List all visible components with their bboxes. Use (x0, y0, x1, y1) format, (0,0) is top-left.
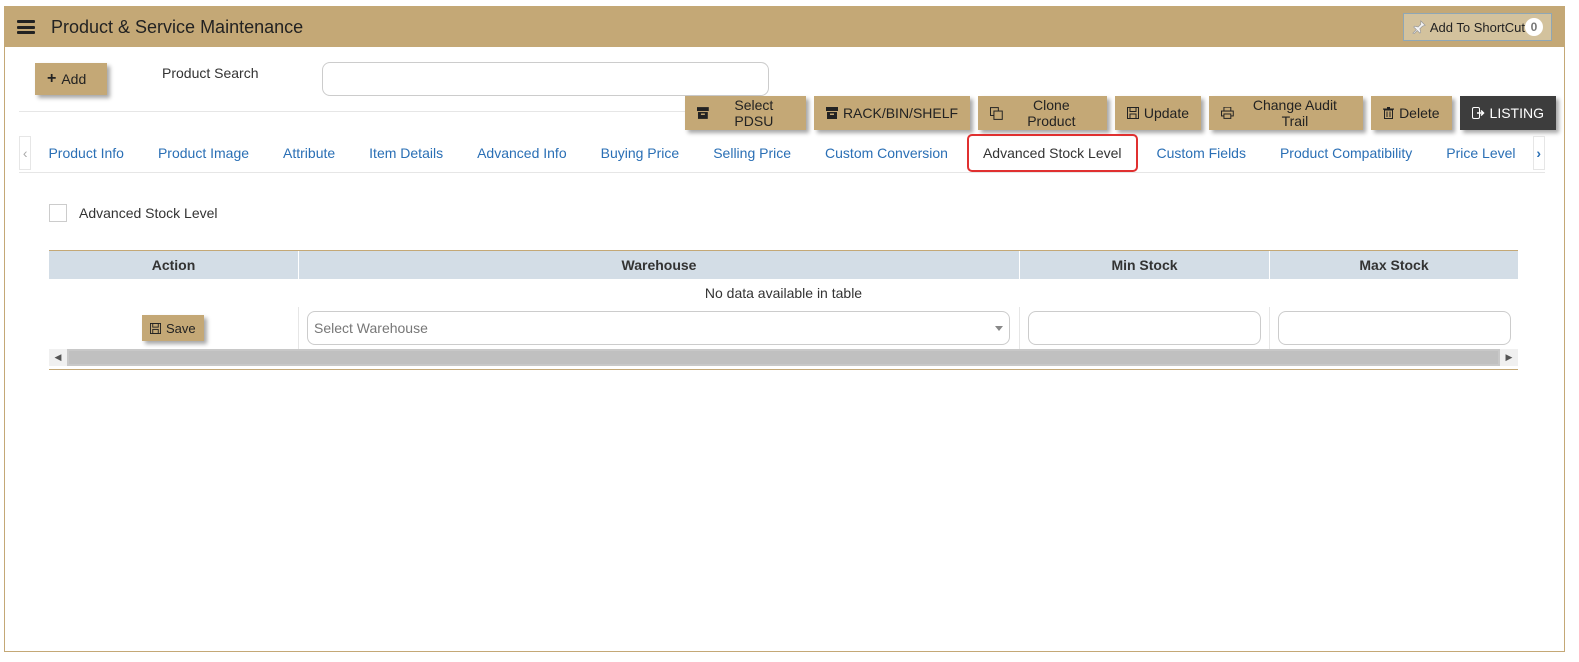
divider (19, 111, 689, 112)
max-stock-input[interactable] (1278, 311, 1511, 345)
trash-icon (1383, 107, 1395, 119)
save-icon (150, 322, 161, 334)
empty-table-message: No data available in table (704, 285, 863, 301)
sign-out-icon (1471, 107, 1485, 119)
update-button[interactable]: Update (1114, 96, 1202, 130)
table-header-row: Action Warehouse Min Stock Max Stock (49, 251, 1518, 279)
action-cell: Save (49, 307, 299, 349)
print-icon (1221, 107, 1234, 119)
chevron-down-icon (995, 325, 1003, 331)
tab-buying-price[interactable]: Buying Price (584, 134, 697, 172)
select-pdsu-label: Select PDSU (734, 97, 774, 129)
tab-selling-price[interactable]: Selling Price (696, 134, 808, 172)
tab-custom-conversion[interactable]: Custom Conversion (808, 134, 965, 172)
listing-button[interactable]: LISTING (1459, 96, 1556, 130)
warehouse-select[interactable]: Select Warehouse (307, 311, 1010, 345)
archive-icon (697, 107, 709, 119)
scroll-right-icon[interactable]: ▶ (1500, 349, 1518, 366)
action-toolbar: Select PDSU RACK/BIN/SHELF Clone Product… (685, 96, 1564, 130)
product-search-label: Product Search (162, 65, 259, 81)
save-button[interactable]: Save (142, 315, 204, 341)
tab-product-info[interactable]: Product Info (31, 134, 141, 172)
advanced-stock-level-toggle: Advanced Stock Level (49, 204, 218, 222)
stock-level-table: Action Warehouse Min Stock Max Stock No … (49, 250, 1518, 370)
column-header-max-stock: Max Stock (1359, 257, 1429, 273)
warehouse-select-placeholder: Select Warehouse (314, 320, 428, 336)
column-header-action: Action (49, 251, 299, 279)
menu-icon[interactable] (17, 20, 35, 34)
delete-label: Delete (1399, 105, 1440, 121)
tab-scroll-left-icon[interactable]: ‹ (19, 135, 32, 170)
tab-list: Product Info Product Image Attribute Ite… (31, 133, 1532, 172)
tab-custom-fields[interactable]: Custom Fields (1140, 134, 1263, 172)
change-audit-trail-button[interactable]: Change Audit Trail (1209, 96, 1364, 130)
column-header-warehouse: Warehouse (299, 251, 1020, 279)
tab-attribute[interactable]: Attribute (266, 134, 352, 172)
delete-button[interactable]: Delete (1371, 96, 1452, 130)
scroll-left-icon[interactable]: ◀ (49, 349, 67, 366)
horizontal-scrollbar[interactable]: ◀ ▶ (49, 349, 1518, 366)
tab-product-compatibility[interactable]: Product Compatibility (1263, 134, 1429, 172)
clone-product-label: Clone Product (1027, 97, 1076, 129)
pin-icon (1412, 20, 1426, 34)
rack-bin-shelf-button[interactable]: RACK/BIN/SHELF (813, 96, 971, 130)
shortcut-count-badge: 0 (1525, 18, 1543, 36)
scrollbar-thumb[interactable] (69, 351, 1498, 364)
update-label: Update (1143, 105, 1190, 121)
select-pdsu-button[interactable]: Select PDSU (685, 96, 806, 130)
page-title: Product & Service Maintenance (51, 16, 304, 37)
plus-icon: + (47, 70, 57, 87)
warehouse-cell: Select Warehouse (299, 307, 1020, 349)
save-icon (1126, 107, 1139, 119)
rack-bin-shelf-label: RACK/BIN/SHELF (842, 105, 959, 121)
copy-icon (990, 106, 1003, 120)
add-label: Add (61, 71, 87, 87)
change-audit-trail-label: Change Audit Trail (1252, 97, 1337, 129)
tab-product-image[interactable]: Product Image (141, 134, 266, 172)
title-bar: Product & Service Maintenance Add To Sho… (5, 7, 1564, 47)
add-button[interactable]: + Add (35, 63, 107, 95)
save-label: Save (166, 320, 196, 336)
tab-scroll-right-icon[interactable]: › (1532, 135, 1545, 170)
table-input-row: Save Select Warehouse (49, 307, 1518, 349)
column-header-min-stock: Min Stock (1020, 251, 1270, 279)
min-stock-cell (1020, 307, 1270, 349)
tab-item-details[interactable]: Item Details (352, 134, 460, 172)
max-stock-cell (1270, 307, 1518, 349)
tab-price-level[interactable]: Price Level (1429, 134, 1532, 172)
clone-product-button[interactable]: Clone Product (978, 96, 1107, 130)
tab-advanced-stock-level[interactable]: Advanced Stock Level (966, 133, 1138, 172)
archive-icon (825, 107, 838, 119)
min-stock-input[interactable] (1028, 311, 1261, 345)
shortcut-label: Add To ShortCut (1429, 19, 1525, 35)
product-search-input[interactable] (322, 62, 769, 96)
advanced-stock-level-label: Advanced Stock Level (79, 205, 218, 221)
add-to-shortcut-button[interactable]: Add To ShortCut 0 (1402, 13, 1552, 41)
listing-label: LISTING (1489, 105, 1544, 121)
advanced-stock-level-checkbox[interactable] (49, 204, 67, 222)
app-window: Product & Service Maintenance Add To Sho… (4, 6, 1565, 652)
tab-advanced-info[interactable]: Advanced Info (460, 134, 584, 172)
tab-bar: ‹ Product Info Product Image Attribute I… (19, 133, 1545, 173)
